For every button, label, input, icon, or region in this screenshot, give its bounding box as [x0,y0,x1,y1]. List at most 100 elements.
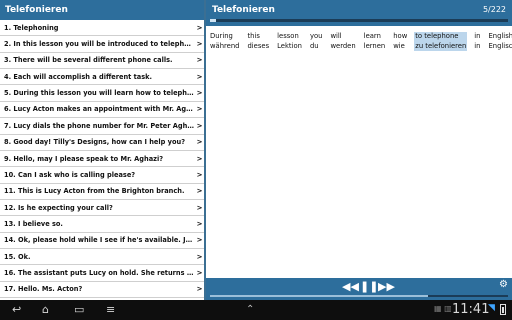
playback-seek-fill [210,295,428,297]
chevron-right-icon: > [196,252,203,261]
chevron-right-icon: > [196,269,203,278]
german-word: Englisch [488,41,512,50]
settings-gear-icon[interactable]: ⚙ [499,279,508,290]
chevron-right-icon: > [196,40,203,49]
chevron-right-icon: > [196,154,203,163]
sentence-panel: Telefonieren 5/222 During während this dies… [206,0,512,300]
chevron-right-icon: > [196,105,203,114]
english-word: learn [363,32,381,40]
playback-controls: ◀◀ ❚❚ ▶▶ ⚙ [206,278,512,300]
word-pair[interactable]: During während [209,32,240,51]
lesson-list-item[interactable]: 3. There will be several different phone… [0,53,204,70]
lesson-list-item[interactable]: 6. Lucy Acton makes an appointment with … [0,102,204,119]
lesson-list-item[interactable]: 8. Good day! Tilly's Designs, how can I … [0,135,204,151]
lesson-list-item-label: 4. Each will accomplish a different task… [4,72,153,81]
lesson-list-title: Telefonieren [0,0,204,20]
lesson-list-item-label: 5. During this lesson you will learn how… [4,89,195,98]
chevron-right-icon: > [196,187,203,196]
english-word: English. [488,32,512,40]
sentence-counter: 5/222 [482,5,506,14]
word-by-word-translation: During während this dieses lesson Lektion you d… [209,32,512,51]
german-word: dieses [247,41,270,50]
english-word: you [309,32,323,40]
recent-apps-icon[interactable]: ▭ [74,302,84,318]
chevron-right-icon: > [196,138,203,147]
lesson-list-item-label: 6. Lucy Acton makes an appointment with … [4,105,195,114]
lesson-list-item-label: 1. Telephoning [4,23,59,32]
lesson-list-item-label: 9. Hello, may I please speak to Mr. Agha… [4,154,164,163]
german-word: wie [393,41,405,50]
lesson-list-panel: Telefonieren 1. Telephoning >2. In this l… [0,0,204,300]
english-word: how [393,32,408,40]
word-pair[interactable]: how wie [392,32,408,51]
lesson-list-item[interactable]: 4. Each will accomplish a different task… [0,69,204,86]
lesson-list-item[interactable]: 9. Hello, may I please speak to Mr. Agha… [0,151,204,168]
chevron-right-icon: > [196,121,203,130]
english-word: this [247,32,260,40]
lesson-list-item-label: 8. Good day! Tilly's Designs, how can I … [4,138,186,147]
lesson-list-item[interactable]: 12. Is he expecting your call? > [0,200,204,217]
lesson-list-item-label: 3. There will be several different phone… [4,56,173,65]
lesson-list-item-label: 15. Ok. [4,252,31,261]
english-word: will [330,32,342,40]
german-word: lernen [363,41,386,50]
word-pair[interactable]: will werden [329,32,356,51]
german-word: in [474,41,481,50]
lesson-list-item[interactable]: 5. During this lesson you will learn how… [0,85,204,102]
german-word: zu telefonieren [415,41,467,50]
lesson-list-item-label: 7. Lucy dials the phone number for Mr. P… [4,121,195,130]
rewind-button[interactable]: ◀◀ [342,280,359,294]
word-pair[interactable]: this dieses [246,32,270,51]
word-pair[interactable]: lesson Lektion [276,32,303,51]
lesson-list-item[interactable]: 1. Telephoning > [0,20,204,37]
lesson-list-item-label: 11. This is Lucy Acton from the Brighton… [4,187,185,196]
chevron-right-icon: > [196,89,203,98]
lesson-list-item[interactable]: 16. The assistant puts Lucy on hold. She… [0,265,204,282]
lesson-list-item[interactable]: 10. Can I ask who is calling please? > [0,167,204,184]
chevron-right-icon: > [196,219,203,228]
home-icon[interactable]: ⌂ [42,302,49,318]
word-pair[interactable]: you du [309,32,324,51]
english-word: to telephone [415,32,459,40]
chevron-up-icon[interactable]: ⌃ [246,303,254,317]
clock: 11:41 [452,302,490,317]
english-word: During [210,32,233,40]
system-navigation-bar: ↩ ⌂ ▭ ≡ ⌃ ▦ ▥ 11:41 ◥ [0,300,512,320]
lesson-list-item-label: 13. I believe so. [4,219,63,228]
german-word: Lektion [277,41,302,50]
wifi-icon: ◥ [488,303,495,313]
chevron-right-icon: > [196,170,203,179]
lesson-list-item[interactable]: 7. Lucy dials the phone number for Mr. P… [0,118,204,135]
chevron-right-icon: > [196,285,203,294]
chevron-right-icon: > [196,72,203,81]
lesson-list-item[interactable]: 11. This is Lucy Acton from the Brighton… [0,184,204,200]
word-pair[interactable]: learn lernen [363,32,387,51]
battery-icon [500,304,506,315]
highlighted-word-pair[interactable]: to telephone zu telefonieren [414,32,468,51]
lesson-list-item[interactable]: 17. Hello. Ms. Acton? > [0,282,204,299]
back-icon[interactable]: ↩ [12,302,21,318]
german-word: werden [330,41,356,50]
lesson-list-item-label: 12. Is he expecting your call? [4,203,113,212]
lesson-list: 1. Telephoning >2. In this lesson you wil… [0,20,204,299]
forward-button[interactable]: ▶▶ [378,280,395,294]
sentence-header: Telefonieren 5/222 [206,0,512,26]
lesson-list-item-label: 14. Ok, please hold while I see if he's … [4,236,195,245]
sentence-title: Telefonieren [212,5,275,15]
german-word: du [309,41,319,50]
menu-icon[interactable]: ≡ [106,302,115,318]
pause-button[interactable]: ❚❚ [360,280,378,294]
lesson-list-item-label: 16. The assistant puts Lucy on hold. She… [4,269,195,278]
lesson-progress-bar[interactable] [210,19,508,22]
lesson-list-item[interactable]: 14. Ok, please hold while I see if he's … [0,233,204,250]
lesson-list-item[interactable]: 2. In this lesson you will be introduced… [0,36,204,53]
chevron-right-icon: > [196,236,203,245]
german-word: während [210,41,240,50]
word-pair[interactable]: in in [473,32,481,51]
english-word: lesson [277,32,299,40]
chevron-right-icon: > [196,23,203,32]
lesson-list-item[interactable]: 13. I believe so. > [0,216,204,233]
word-pair[interactable]: English.Englisch [488,32,512,51]
playback-seek-bar[interactable] [210,295,508,297]
lesson-list-item[interactable]: 15. Ok. > [0,249,204,266]
